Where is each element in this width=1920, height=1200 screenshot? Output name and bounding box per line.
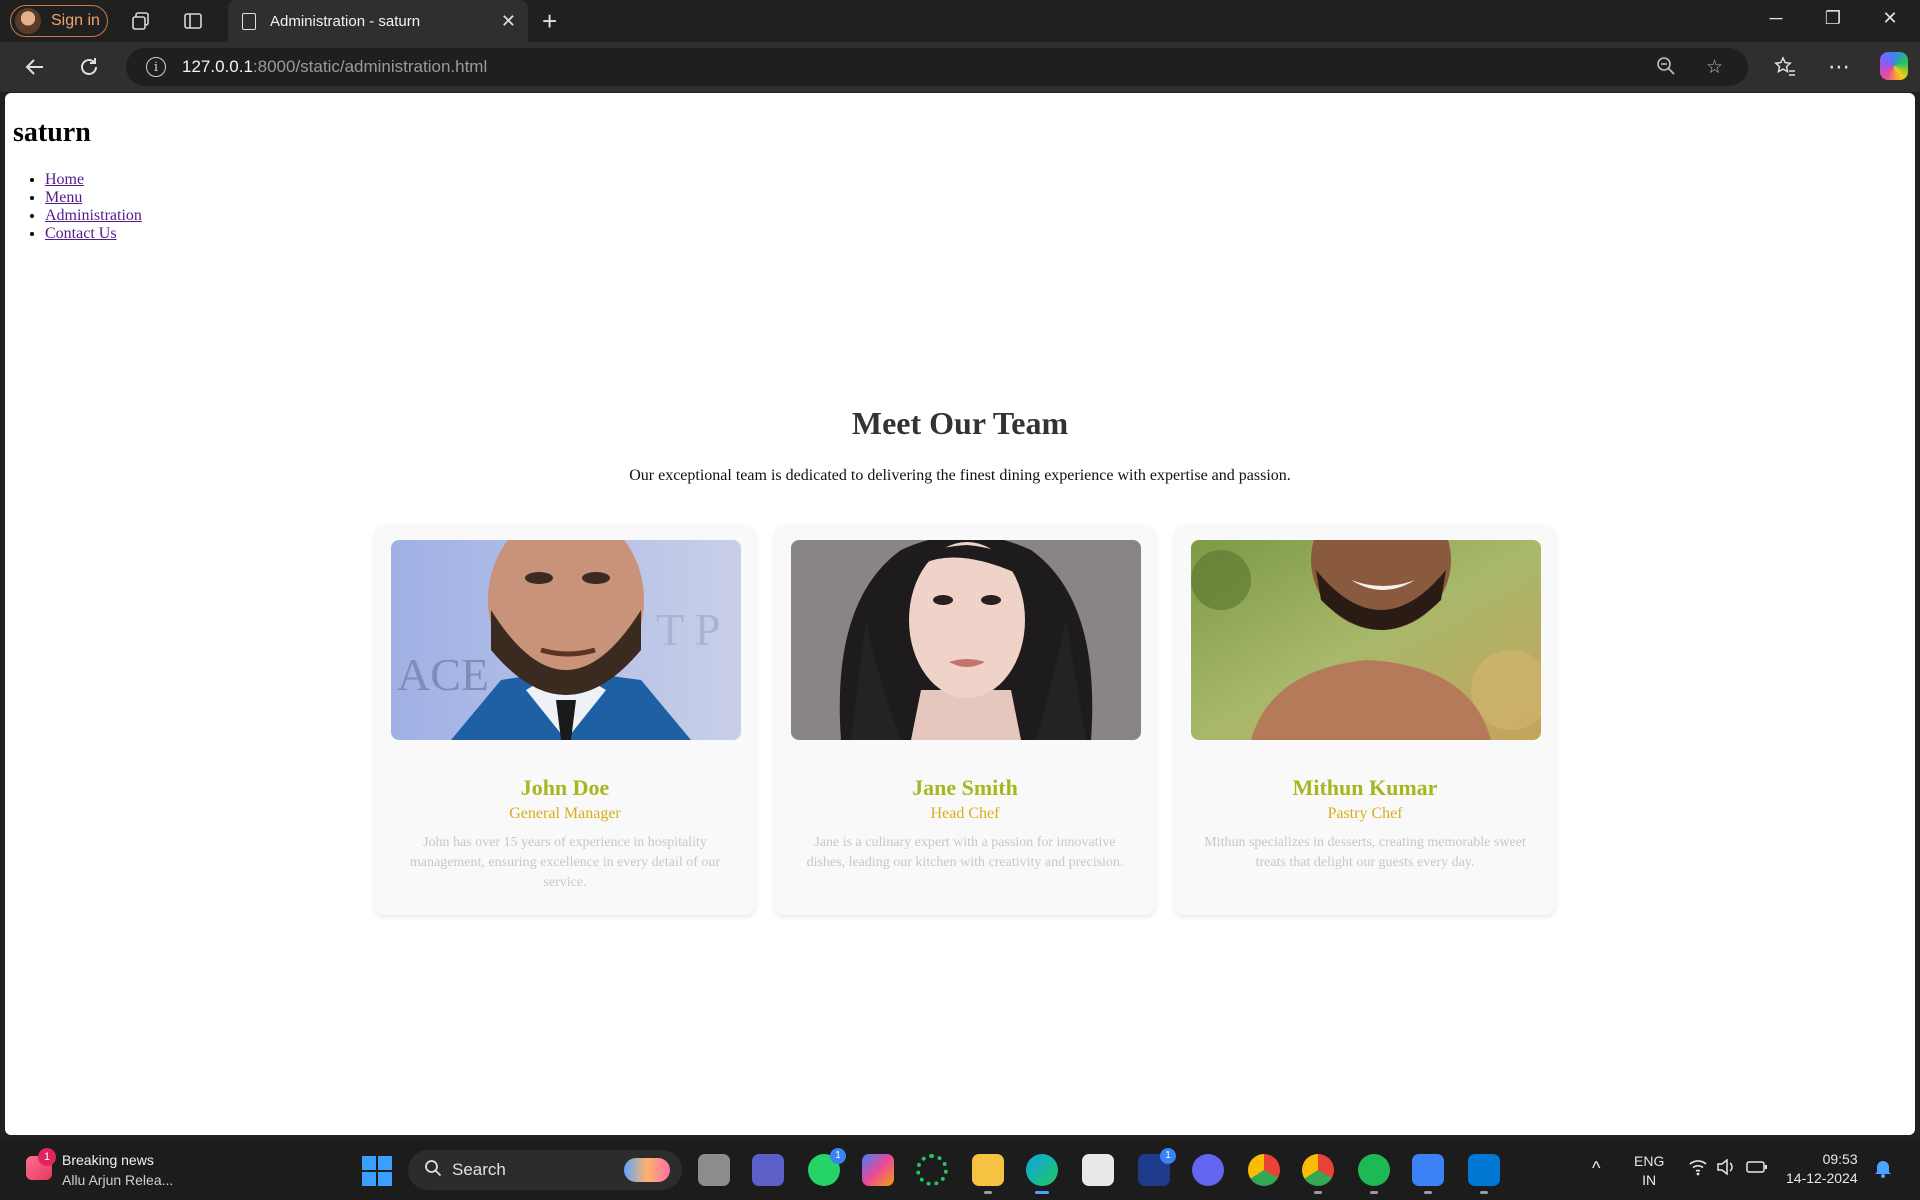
profile-avatar	[15, 8, 41, 34]
nav-link-home[interactable]: Home	[45, 171, 84, 188]
nav-link-menu[interactable]: Menu	[45, 189, 82, 206]
clock-date: 14-12-2024	[1786, 1170, 1858, 1186]
wifi-icon[interactable]	[1688, 1158, 1708, 1179]
loading-app-icon[interactable]	[916, 1154, 948, 1186]
team-heading: Meet Our Team	[851, 405, 1069, 441]
sign-in-label: Sign in	[51, 12, 100, 29]
task-view-icon[interactable]	[698, 1154, 730, 1186]
search-icon	[424, 1159, 442, 1182]
clock[interactable]: 09:53 14-12-2024	[1786, 1150, 1858, 1188]
chrome-profile-icon[interactable]	[1302, 1154, 1334, 1194]
close-tab-icon[interactable]: ✕	[501, 11, 516, 32]
new-tab-icon[interactable]: +	[542, 6, 557, 37]
nav-item-home: Home	[45, 171, 142, 189]
site-title: saturn	[13, 117, 91, 148]
windows-start-icon[interactable]	[362, 1156, 392, 1186]
search-label: Search	[452, 1160, 506, 1179]
favorites-icon[interactable]	[1770, 52, 1800, 82]
member-description: Jane is a culinary expert with a passion…	[806, 835, 1124, 870]
restore-icon[interactable]: ❐	[1813, 8, 1853, 29]
file-explorer-icon[interactable]	[972, 1154, 1004, 1194]
refresh-icon[interactable]	[74, 52, 104, 82]
member-role: Head Chef	[930, 805, 1000, 822]
workspaces-icon[interactable]	[129, 9, 153, 33]
tab-administration[interactable]: Administration - saturn ✕	[228, 0, 528, 42]
copilot-icon[interactable]	[1880, 52, 1908, 80]
page-viewport: saturn Home Menu Administration Contact …	[5, 93, 1915, 1135]
taskbar-search[interactable]: Search	[408, 1150, 682, 1190]
nav-link-administration[interactable]: Administration	[45, 207, 142, 224]
photos-icon[interactable]	[1412, 1154, 1444, 1194]
news-badge: 1	[38, 1148, 56, 1166]
search-highlight-icon	[624, 1158, 670, 1182]
microsoft-store-icon[interactable]	[1082, 1154, 1114, 1186]
show-hidden-icons-icon[interactable]: ^	[1592, 1158, 1600, 1179]
vertical-tabs-icon[interactable]	[181, 9, 205, 33]
svg-text:T P: T P	[656, 604, 720, 655]
team-card-john-doe: ACE T P John Doe General Manager John ha…	[375, 525, 755, 915]
member-role: General Manager	[509, 805, 621, 822]
spotify-icon[interactable]	[1358, 1154, 1390, 1194]
team-card-jane-smith: Jane Smith Head Chef Jane is a culinary …	[775, 525, 1155, 915]
svg-text:ACE: ACE	[397, 649, 489, 700]
site-navigation: Home Menu Administration Contact Us	[13, 171, 142, 243]
whatsapp-badge: 1	[830, 1148, 846, 1164]
vscode-icon[interactable]	[1468, 1154, 1500, 1194]
member-name: Mithun Kumar	[1292, 775, 1438, 800]
copilot-app-icon[interactable]	[862, 1154, 894, 1186]
team-intro: Our exceptional team is dedicated to del…	[629, 467, 1291, 484]
member-photo: ACE T P	[391, 540, 741, 740]
url-text[interactable]: 127.0.0.1:8000/static/administration.htm…	[182, 57, 487, 77]
sign-in-button[interactable]: Sign in	[10, 5, 108, 37]
clock-time: 09:53	[1822, 1151, 1858, 1167]
member-description: John has over 15 years of experience in …	[409, 835, 721, 890]
volume-icon[interactable]	[1716, 1158, 1736, 1179]
l-app-badge: 1	[1160, 1148, 1176, 1164]
nav-item-administration: Administration	[45, 207, 142, 225]
address-bar[interactable]: i 127.0.0.1:8000/static/administration.h…	[126, 48, 1748, 86]
teams-icon[interactable]	[752, 1154, 784, 1186]
notifications-bell-icon[interactable]	[1874, 1158, 1892, 1181]
edge-browser-icon[interactable]	[1026, 1154, 1058, 1194]
news-widget[interactable]: 1 Breaking news Allu Arjun Relea...	[24, 1148, 204, 1192]
language-indicator[interactable]: ENG IN	[1634, 1152, 1664, 1190]
minimize-icon[interactable]: ─	[1756, 8, 1796, 29]
news-subtitle: Allu Arjun Relea...	[62, 1172, 174, 1188]
l-app-icon[interactable]: 1	[1138, 1148, 1176, 1186]
zoom-out-icon[interactable]	[1656, 56, 1676, 82]
more-options-icon[interactable]: ⋯	[1824, 52, 1854, 82]
battery-icon[interactable]	[1746, 1160, 1768, 1177]
news-title: Breaking news	[62, 1152, 154, 1168]
whatsapp-icon[interactable]: 1	[808, 1148, 846, 1186]
member-name: John Doe	[520, 775, 610, 800]
member-photo	[791, 540, 1141, 740]
member-role: Pastry Chef	[1327, 805, 1403, 822]
browser-title-bar: Sign in Administration - saturn ✕ + ─ ❐ …	[0, 0, 1920, 42]
favorite-star-icon[interactable]: ☆	[1706, 56, 1723, 79]
back-icon[interactable]	[20, 52, 50, 82]
page-icon	[242, 12, 256, 30]
member-name: Jane Smith	[912, 775, 1018, 800]
taskbar: 1 Breaking news Allu Arjun Relea... Sear…	[0, 1140, 1920, 1200]
nav-link-contact-us[interactable]: Contact Us	[45, 225, 117, 242]
nav-item-contact: Contact Us	[45, 225, 142, 243]
team-card-mithun-kumar: Mithun Kumar Pastry Chef Mithun speciali…	[1175, 525, 1555, 915]
close-window-icon[interactable]: ✕	[1870, 8, 1910, 29]
chrome-icon[interactable]	[1248, 1154, 1280, 1186]
member-description: Mithun specializes in desserts, creating…	[1204, 835, 1526, 870]
member-photo	[1191, 540, 1541, 740]
nav-item-menu: Menu	[45, 189, 142, 207]
tab-title: Administration - saturn	[270, 12, 421, 30]
site-info-icon[interactable]: i	[146, 57, 166, 77]
address-toolbar: i 127.0.0.1:8000/static/administration.h…	[0, 42, 1920, 92]
proton-app-icon[interactable]	[1192, 1154, 1224, 1186]
